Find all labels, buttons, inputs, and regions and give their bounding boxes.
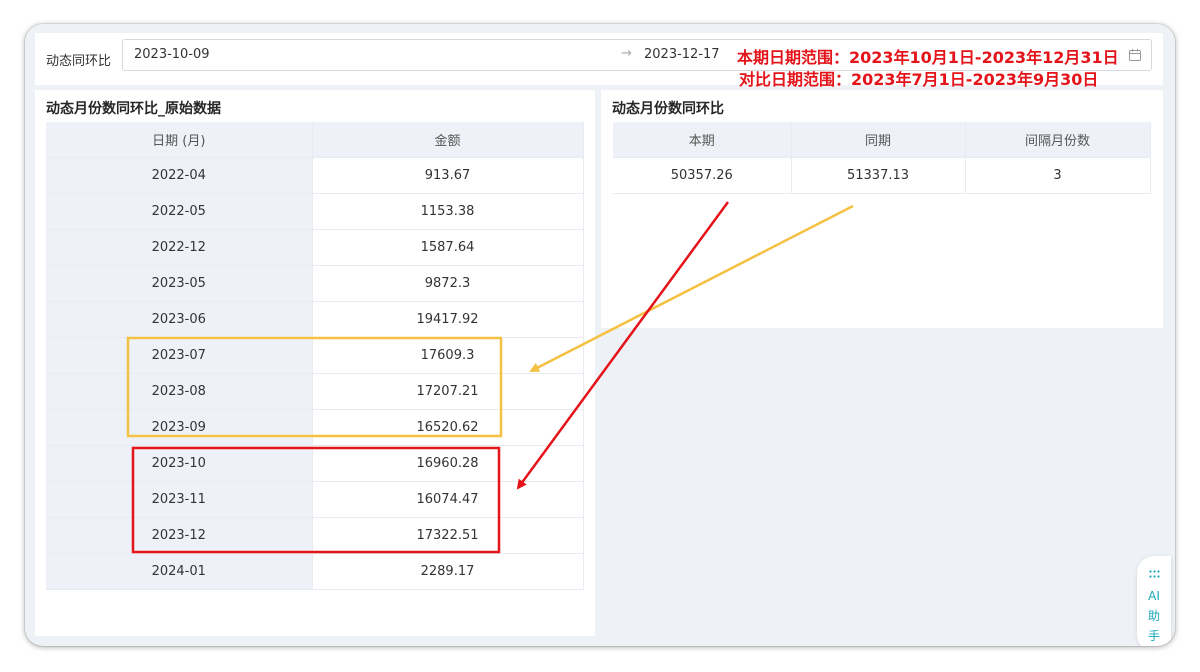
cell-month: 2023-06 (46, 301, 313, 338)
cell-amount: 2289.17 (312, 553, 584, 590)
table-row[interactable]: 2023-05 9872.3 (46, 265, 584, 302)
raw-data-panel: 动态月份数同环比_原始数据 日期 (月) 金额 2022-04 913.67 20… (35, 90, 595, 636)
cell-month: 2023-08 (46, 373, 313, 410)
comparison-panel-title: 动态月份数同环比 (612, 101, 724, 117)
cell-amount: 913.67 (312, 157, 584, 194)
calendar-icon[interactable] (1128, 48, 1142, 62)
header-interval[interactable]: 间隔月份数 (965, 122, 1151, 158)
cell-interval: 3 (965, 157, 1151, 194)
compare-range-annotation: 对比日期范围：2023年7月1日-2023年9月30日 (739, 70, 1099, 89)
cell-amount: 17207.21 (312, 373, 584, 410)
table-header-row: 日期 (月) 金额 (46, 122, 584, 158)
cell-amount: 16074.47 (312, 481, 584, 518)
table-row[interactable]: 2022-05 1153.38 (46, 193, 584, 230)
table-row[interactable]: 50357.26 51337.13 3 (613, 157, 1151, 194)
table-row[interactable]: 2022-12 1587.64 (46, 229, 584, 266)
end-date-input[interactable]: 2023-12-17 (644, 47, 720, 62)
header-amount[interactable]: 金额 (312, 122, 584, 158)
range-arrow-icon: → (621, 46, 632, 61)
app-window: 动态同环比 2023-10-09 → 2023-12-17 本期日期范围：202… (25, 24, 1175, 646)
table-row[interactable]: 2023-09 16520.62 (46, 409, 584, 446)
raw-data-panel-title: 动态月份数同环比_原始数据 (46, 101, 221, 117)
table-row[interactable]: 2023-06 19417.92 (46, 301, 584, 338)
cell-amount: 16960.28 (312, 445, 584, 482)
raw-data-table: 日期 (月) 金额 2022-04 913.67 2022-05 1153.38 2… (46, 122, 584, 590)
cell-month: 2023-12 (46, 517, 313, 554)
header-current[interactable]: 本期 (613, 122, 792, 158)
start-date-input[interactable]: 2023-10-09 (134, 47, 210, 62)
table-row[interactable]: 2023-07 17609.3 (46, 337, 584, 374)
table-row[interactable]: 2022-04 913.67 (46, 157, 584, 194)
cell-amount: 16520.62 (312, 409, 584, 446)
cell-previous: 51337.13 (791, 157, 966, 194)
table-row[interactable]: 2023-12 17322.51 (46, 517, 584, 554)
cell-amount: 1587.64 (312, 229, 584, 266)
header-previous[interactable]: 同期 (791, 122, 966, 158)
cell-amount: 17322.51 (312, 517, 584, 554)
cell-month: 2024-01 (46, 553, 313, 590)
dots-grid-icon (1149, 570, 1160, 578)
cell-month: 2022-04 (46, 157, 313, 194)
cell-month: 2023-09 (46, 409, 313, 446)
table-row[interactable]: 2024-01 2289.17 (46, 553, 584, 590)
table-row[interactable]: 2023-10 16960.28 (46, 445, 584, 482)
comparison-table: 本期 同期 间隔月份数 50357.26 51337.13 3 (613, 122, 1151, 194)
comparison-panel: 动态月份数同环比 本期 同期 间隔月份数 50357.26 51337.13 3 (601, 90, 1163, 328)
cell-month: 2023-11 (46, 481, 313, 518)
cell-month: 2023-07 (46, 337, 313, 374)
filter-label: 动态同环比 (46, 54, 112, 69)
cell-amount: 9872.3 (312, 265, 584, 302)
header-month[interactable]: 日期 (月) (46, 122, 313, 158)
cell-month: 2022-05 (46, 193, 313, 230)
cell-amount: 19417.92 (312, 301, 584, 338)
cell-amount: 1153.38 (312, 193, 584, 230)
cell-current: 50357.26 (613, 157, 792, 194)
table-row[interactable]: 2023-08 17207.21 (46, 373, 584, 410)
ai-assistant-label: AI 助手 (1147, 589, 1160, 643)
cell-month: 2023-05 (46, 265, 313, 302)
cell-month: 2022-12 (46, 229, 313, 266)
table-row[interactable]: 2023-11 16074.47 (46, 481, 584, 518)
cell-month: 2023-10 (46, 445, 313, 482)
table-header-row: 本期 同期 间隔月份数 (613, 122, 1151, 158)
current-range-annotation: 本期日期范围：2023年10月1日-2023年12月31日 (737, 48, 1119, 67)
cell-amount: 17609.3 (312, 337, 584, 374)
ai-assistant-button[interactable]: AI 助手 (1137, 556, 1171, 646)
